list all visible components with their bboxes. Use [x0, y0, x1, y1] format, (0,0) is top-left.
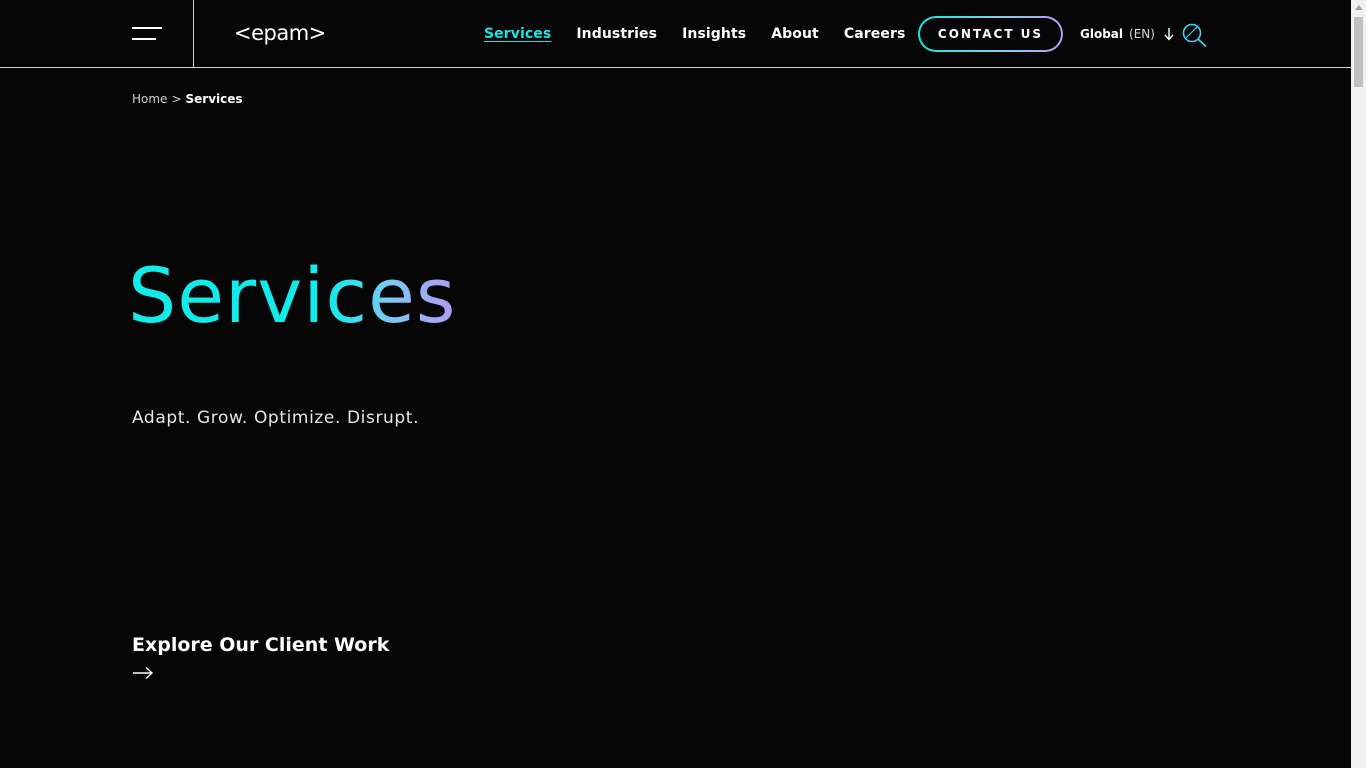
explore-label: Explore Our Client Work	[132, 634, 390, 656]
menu-line-bottom	[132, 38, 156, 40]
nav-services[interactable]: Services	[484, 24, 551, 44]
scrollbar-thumb[interactable]	[1354, 17, 1363, 87]
arrow-right-icon	[133, 666, 154, 680]
header-divider	[193, 0, 194, 67]
main-nav: Services Industries Insights About Caree…	[484, 24, 930, 44]
language-selector[interactable]: Global (EN)	[1080, 26, 1175, 42]
menu-icon[interactable]	[132, 27, 162, 41]
vertical-scrollbar[interactable]	[1351, 0, 1366, 768]
chevron-down-icon	[1164, 28, 1174, 41]
hero-tagline: Adapt. Grow. Optimize. Disrupt.	[132, 408, 420, 428]
breadcrumb-home[interactable]: Home	[132, 92, 167, 106]
explore-client-work-link[interactable]: Explore Our Client Work	[132, 632, 389, 680]
breadcrumb-separator: >	[171, 92, 182, 106]
contact-us-button[interactable]: CONTACT US	[918, 16, 1063, 52]
search-icon[interactable]	[1181, 22, 1209, 48]
contact-us-label: CONTACT US	[920, 18, 1061, 50]
page: <epam> Services Industries Insights Abou…	[0, 0, 1351, 768]
breadcrumb: Home > Services	[132, 91, 243, 107]
scroll-up-arrow-icon[interactable]	[1355, 5, 1363, 10]
language-code: (EN)	[1129, 27, 1155, 41]
epam-logo[interactable]: <epam>	[234, 18, 326, 48]
breadcrumb-current: Services	[185, 92, 243, 106]
nav-careers[interactable]: Careers	[844, 24, 906, 44]
site-header: <epam> Services Industries Insights Abou…	[0, 0, 1351, 68]
menu-line-top	[132, 27, 162, 29]
language-region: Global	[1080, 27, 1124, 41]
nav-about[interactable]: About	[771, 24, 819, 44]
nav-insights[interactable]: Insights	[682, 24, 746, 44]
page-title: Services	[128, 251, 457, 340]
nav-industries[interactable]: Industries	[576, 24, 657, 44]
